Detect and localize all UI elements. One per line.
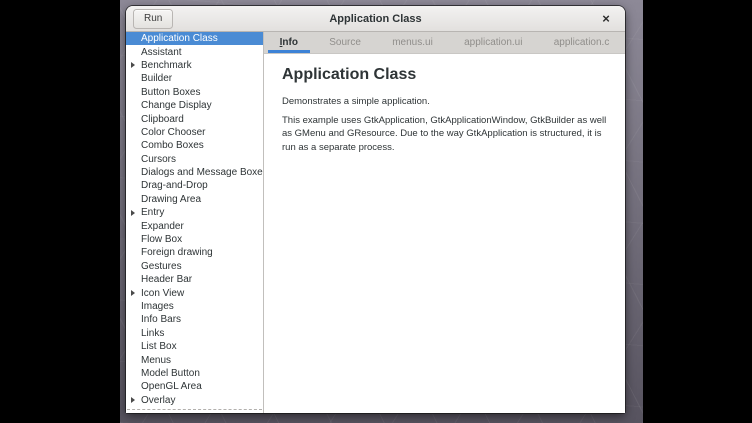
sidebar-item-label: Benchmark (141, 60, 192, 71)
sidebar-item-label: Clipboard (141, 114, 184, 125)
sidebar-item-label: Combo Boxes (141, 140, 204, 151)
expander-arrow-icon[interactable] (131, 290, 135, 296)
sidebar-item-button-boxes[interactable]: Button Boxes (126, 86, 263, 99)
tab-bar: Info Source menus.ui application.ui applicat… (264, 32, 625, 54)
sidebar-item-gestures[interactable]: Gestures (126, 260, 263, 273)
sidebar-item-model-button[interactable]: Model Button (126, 367, 263, 380)
sidebar-item-drag-and-drop[interactable]: Drag-and-Drop (126, 179, 263, 192)
sidebar-item-images[interactable]: Images (126, 300, 263, 313)
sidebar-item-label: Model Button (141, 368, 200, 379)
sidebar-item-label: Links (141, 328, 164, 339)
sidebar-item-cursors[interactable]: Cursors (126, 153, 263, 166)
content-column: Info Source menus.ui application.ui applicat… (264, 32, 625, 413)
sidebar-item-info-bars[interactable]: Info Bars (126, 313, 263, 326)
sidebar-item-builder[interactable]: Builder (126, 72, 263, 85)
close-button[interactable]: × (598, 11, 614, 27)
sidebar-item-label: Gestures (141, 261, 182, 272)
sidebar-item-label: Foreign drawing (141, 247, 213, 258)
sidebar-list: Application Class Assistant Benchmark Build… (126, 32, 264, 413)
sidebar-item-label: Dialogs and Message Boxes (141, 167, 264, 178)
tab-application-ui[interactable]: application.ui (448, 32, 538, 53)
sidebar-item-label: Info Bars (141, 314, 181, 325)
tab-label: Info (280, 37, 298, 48)
sidebar-item-drawing-area[interactable]: Drawing Area (126, 193, 263, 206)
sidebar-item-label: Entry (141, 207, 164, 218)
sidebar-item-label: Header Bar (141, 274, 192, 285)
sidebar-item-flow-box[interactable]: Flow Box (126, 233, 263, 246)
sidebar-item-change-display[interactable]: Change Display (126, 99, 263, 112)
expander-arrow-icon[interactable] (131, 210, 135, 216)
tab-label: menus.ui (392, 37, 433, 48)
sidebar-item-label: Builder (141, 73, 172, 84)
sidebar-item-label: Application Class (141, 33, 218, 44)
sidebar-item-label: Icon View (141, 288, 184, 299)
sidebar-item-label: Change Display (141, 100, 212, 111)
main-area: Application Class Assistant Benchmark Build… (126, 32, 625, 413)
sidebar-item-label: List Box (141, 341, 177, 352)
tab-source[interactable]: Source (314, 32, 377, 53)
sidebar-item-expander[interactable]: Expander (126, 219, 263, 232)
sidebar-item-label: Overlay (141, 395, 175, 406)
sidebar-item-dialogs-and-message-boxes[interactable]: Dialogs and Message Boxes (126, 166, 263, 179)
sidebar-item-label: Menus (141, 355, 171, 366)
app-window: Run Application Class × Application Clas… (126, 6, 625, 413)
sidebar-item-benchmark[interactable]: Benchmark (126, 59, 263, 72)
sidebar-item-label: Drag-and-Drop (141, 180, 208, 191)
sidebar-item-label: Flow Box (141, 234, 182, 245)
sidebar-item-foreign-drawing[interactable]: Foreign drawing (126, 246, 263, 259)
run-button[interactable]: Run (133, 9, 173, 29)
sidebar-item-links[interactable]: Links (126, 327, 263, 340)
tab-label: application.ui (464, 37, 522, 48)
sidebar-item-combo-boxes[interactable]: Combo Boxes (126, 139, 263, 152)
sidebar-item-label: Drawing Area (141, 194, 201, 205)
sidebar-item-label: Color Chooser (141, 127, 205, 138)
sidebar-item-opengl-area[interactable]: OpenGL Area (126, 380, 263, 393)
sidebar-item-clipboard[interactable]: Clipboard (126, 112, 263, 125)
sidebar-item-entry[interactable]: Entry (126, 206, 263, 219)
expander-arrow-icon[interactable] (131, 62, 135, 68)
sidebar-item-label: Expander (141, 221, 184, 232)
window-title: Application Class (126, 13, 625, 25)
sidebar-item-label: Assistant (141, 47, 182, 58)
page-title: Application Class (282, 66, 607, 84)
sidebar-item-overlay[interactable]: Overlay (126, 394, 263, 407)
sidebar-item-header-bar[interactable]: Header Bar (126, 273, 263, 286)
content-pane: Application Class Demonstrates a simple … (264, 54, 625, 413)
sidebar-item-color-chooser[interactable]: Color Chooser (126, 126, 263, 139)
tab-label: Source (329, 37, 361, 48)
sidebar-item-application-class[interactable]: Application Class (126, 32, 263, 45)
sidebar-item-assistant[interactable]: Assistant (126, 45, 263, 58)
expander-arrow-icon[interactable] (131, 397, 135, 403)
tab-application-c[interactable]: application.c (538, 32, 625, 53)
sidebar-item-list-box[interactable]: List Box (126, 340, 263, 353)
tab-info[interactable]: Info (264, 32, 314, 53)
sidebar-item-label: Images (141, 301, 174, 312)
close-icon: × (602, 11, 610, 26)
sidebar-item-label: OpenGL Area (141, 381, 202, 392)
demo-summary: Demonstrates a simple application. (282, 95, 607, 109)
sidebar-item-label: Cursors (141, 154, 176, 165)
demo-details: This example uses GtkApplication, GtkApp… (282, 114, 607, 155)
sidebar-item-menus[interactable]: Menus (126, 353, 263, 366)
tab-label: application.c (554, 37, 610, 48)
sidebar-item-icon-view[interactable]: Icon View (126, 286, 263, 299)
header-bar: Run Application Class × (126, 6, 625, 32)
tab-menus-ui[interactable]: menus.ui (377, 32, 449, 53)
sidebar-item-label: Button Boxes (141, 87, 200, 98)
